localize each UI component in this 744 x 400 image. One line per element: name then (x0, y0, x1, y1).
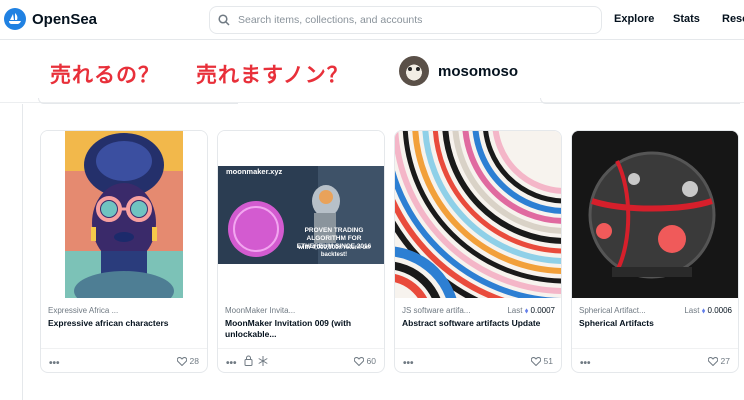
heart-icon (530, 356, 541, 366)
nft-image-spherical-artifact[interactable] (572, 131, 738, 298)
last-price: 0.0006 (707, 306, 732, 315)
favorite-button[interactable]: 28 (176, 356, 199, 366)
last-label: Last (684, 306, 700, 315)
last-label: Last (507, 306, 523, 315)
more-options-icon[interactable]: ••• (580, 358, 591, 369)
card-footer: ••• 60 (218, 348, 384, 372)
nav-resources[interactable]: Reso (722, 13, 744, 25)
image-text-sub: with 4,000,000x return on backtest! (298, 245, 370, 258)
item-name[interactable]: Expressive african characters (48, 318, 202, 329)
search-bar[interactable] (209, 6, 602, 34)
favorite-button[interactable]: 51 (530, 356, 553, 366)
filter-bar-right (540, 98, 740, 104)
last-sale: Last ⬧ 0.0007 (507, 306, 555, 316)
image-text-top: moonmaker.xyz (226, 167, 283, 176)
favorite-button[interactable]: 27 (707, 356, 730, 366)
nft-card[interactable]: JS software artifa... Abstract software … (394, 130, 562, 373)
nft-card[interactable]: Expressive Africa ... Expressive african… (40, 130, 208, 373)
item-name[interactable]: Abstract software artifacts Update (402, 318, 556, 329)
lock-icon[interactable] (244, 355, 253, 366)
more-options-icon[interactable]: ••• (403, 358, 414, 369)
nft-card[interactable]: moonmaker.xyz PROVEN TRADING ALGORITHM F… (217, 130, 385, 373)
avatar[interactable] (399, 56, 429, 86)
profile-banner: 売れるの？ 売れますノン？ mosomoso (0, 41, 744, 103)
item-name[interactable]: Spherical Artifacts (579, 318, 733, 329)
filter-bar-left (38, 98, 238, 104)
eth-icon: ⬧ (701, 306, 706, 315)
opensea-ship-icon (4, 8, 26, 30)
eth-icon: ⬧ (524, 306, 529, 315)
overlay-text-1: 売れるの？ (50, 64, 160, 87)
nav-explore[interactable]: Explore (614, 13, 654, 25)
heart-icon (707, 356, 718, 366)
favorite-button[interactable]: 60 (353, 356, 376, 366)
nft-image-african-character[interactable] (41, 131, 207, 311)
nft-image-moonmaker[interactable]: moonmaker.xyz PROVEN TRADING ALGORITHM F… (218, 131, 384, 298)
opensea-logo[interactable]: OpenSea (4, 8, 97, 30)
nft-image-abstract-artifacts[interactable] (395, 131, 561, 298)
collection-name[interactable]: Expressive Africa ... (48, 306, 202, 315)
search-icon (218, 14, 230, 26)
last-sale: Last ⬧ 0.0006 (684, 306, 732, 316)
like-count: 28 (189, 356, 199, 366)
overlay-text-2: 売れますノン？ (196, 64, 349, 87)
like-count: 60 (366, 356, 376, 366)
top-navbar: OpenSea Explore Stats Reso (0, 0, 744, 40)
nft-card[interactable]: Spherical Artifact... Spherical Artifact… (571, 130, 739, 373)
search-input[interactable] (238, 14, 578, 26)
username[interactable]: mosomoso (438, 63, 518, 80)
card-footer: ••• 27 (572, 348, 738, 372)
more-options-icon[interactable]: ••• (49, 358, 60, 369)
like-count: 27 (720, 356, 730, 366)
heart-icon (353, 356, 364, 366)
card-footer: ••• 51 (395, 348, 561, 372)
last-price: 0.0007 (530, 306, 555, 315)
logo-text: OpenSea (32, 10, 98, 28)
heart-icon (176, 356, 187, 366)
like-count: 51 (543, 356, 553, 366)
nav-stats[interactable]: Stats (673, 13, 700, 25)
card-footer: ••• 28 (41, 348, 207, 372)
collection-name[interactable]: MoonMaker Invita... (225, 306, 379, 315)
snowflake-icon[interactable] (258, 356, 268, 366)
sidebar-divider (22, 104, 23, 400)
item-name[interactable]: MoonMaker Invitation 009 (with unlockabl… (225, 318, 379, 340)
more-options-icon[interactable]: ••• (226, 358, 237, 369)
